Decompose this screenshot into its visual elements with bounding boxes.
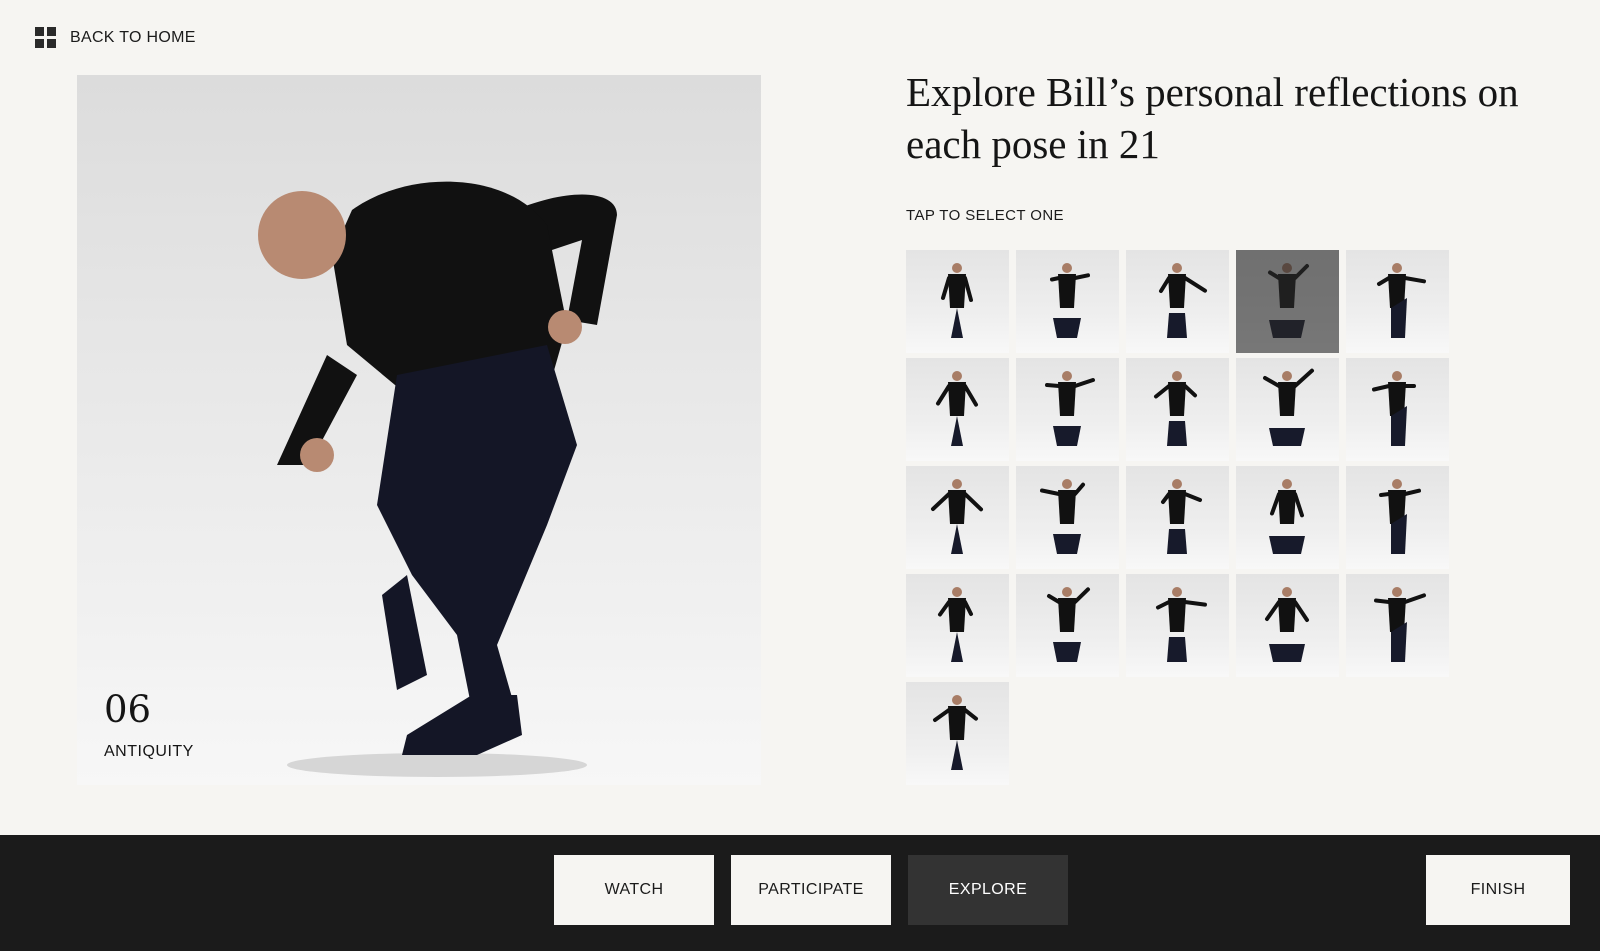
pose-figure (1377, 263, 1426, 338)
pose-thumbnail[interactable] (1016, 250, 1119, 353)
pose-thumbnail[interactable] (1346, 358, 1449, 461)
pose-thumbnail[interactable] (906, 466, 1009, 569)
pose-thumbnail[interactable] (1346, 250, 1449, 353)
pose-figure (1372, 371, 1416, 446)
pose-figure (936, 371, 978, 446)
page-headline: Explore Bill’s personal reflections on e… (906, 69, 1519, 167)
pose-thumbnail[interactable] (1346, 574, 1449, 677)
pose-figure (938, 587, 973, 662)
pose-thumbnail[interactable] (1236, 466, 1339, 569)
pose-grid (906, 250, 1449, 785)
pose-thumbnail[interactable] (1016, 466, 1119, 569)
pose-figure (1265, 587, 1309, 662)
pose-figure (931, 479, 983, 554)
pose-figure (1040, 479, 1085, 554)
pose-thumbnail[interactable] (1016, 574, 1119, 677)
pose-figure (1156, 587, 1207, 662)
pose-thumbnail[interactable] (1236, 358, 1339, 461)
pose-figure (1047, 587, 1090, 662)
pose-figure (941, 263, 973, 338)
select-instruction: TAP TO SELECT ONE (906, 207, 1064, 224)
pose-thumbnail[interactable] (1016, 358, 1119, 461)
pose-thumbnail[interactable] (906, 574, 1009, 677)
pose-figure (1379, 479, 1421, 554)
pose-figure (1159, 263, 1207, 338)
pose-figure (1268, 263, 1309, 338)
selected-pose-image: 06 ANTIQUITY (77, 75, 761, 785)
pose-thumbnail[interactable] (906, 358, 1009, 461)
pose-figure (1154, 371, 1197, 446)
pose-name: ANTIQUITY (104, 743, 194, 760)
grid-icon (35, 27, 56, 48)
finish-button[interactable]: FINISH (1426, 855, 1570, 925)
pose-figure (1050, 263, 1090, 338)
pose-thumbnail[interactable] (906, 682, 1009, 785)
pose-figure (1161, 479, 1202, 554)
pose-figure (933, 695, 978, 770)
back-to-home-link[interactable]: BACK TO HOME (35, 27, 196, 48)
pose-figure (1045, 371, 1095, 446)
back-to-home-label: BACK TO HOME (70, 28, 196, 46)
pose-thumbnail[interactable] (1126, 466, 1229, 569)
dancer-figure (258, 181, 617, 777)
pose-thumbnail[interactable] (1126, 358, 1229, 461)
pose-thumbnail[interactable] (1126, 574, 1229, 677)
pose-figure (1263, 368, 1314, 446)
pose-thumbnail[interactable] (1126, 250, 1229, 353)
pose-figure (1374, 587, 1426, 662)
pose-thumbnail[interactable] (1346, 466, 1449, 569)
watch-button[interactable]: WATCH (554, 855, 714, 925)
pose-thumbnail[interactable] (906, 250, 1009, 353)
pose-figure (1269, 479, 1305, 554)
pose-thumbnail[interactable] (1236, 574, 1339, 677)
participate-button[interactable]: PARTICIPATE (731, 855, 891, 925)
pose-thumbnail[interactable] (1236, 250, 1339, 353)
explore-button[interactable]: EXPLORE (908, 855, 1068, 925)
pose-number: 06 (104, 688, 152, 731)
